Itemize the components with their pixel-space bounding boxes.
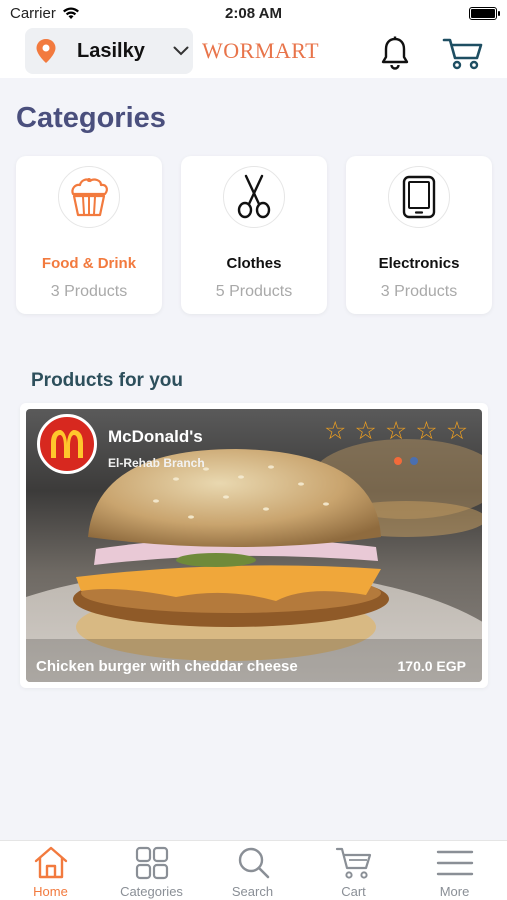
category-name: Electronics: [378, 255, 460, 272]
category-name: Food & Drink: [41, 255, 137, 272]
scissors-icon: [237, 174, 271, 219]
category-card-clothes[interactable]: Clothes 5 Products: [181, 156, 327, 314]
tab-more[interactable]: More: [404, 841, 505, 900]
tab-search[interactable]: Search: [202, 841, 303, 900]
store-logo: [37, 414, 97, 474]
product-price: 170.0 EGP: [397, 658, 467, 674]
grid-icon: [135, 846, 169, 880]
category-count: 3 Products: [380, 283, 458, 300]
chevron-down-icon: [173, 46, 189, 56]
carousel-dot: [394, 457, 402, 465]
product-card[interactable]: McDonald's El-Rehab Branch ☆ ☆ ☆ ☆ ☆ Chi…: [20, 403, 488, 688]
category-card-food-drink[interactable]: Food & Drink 3 Products: [16, 156, 162, 314]
carousel-dots: [394, 457, 418, 465]
brand-logo: WORMART: [202, 38, 320, 63]
carousel-dot: [410, 457, 418, 465]
star-empty-icon: ☆: [445, 417, 469, 445]
mcdonalds-logo-icon: [51, 430, 83, 458]
category-icon-circle: [388, 166, 450, 228]
rating-stars: ☆ ☆ ☆ ☆ ☆: [324, 419, 468, 444]
tab-label: Search: [231, 884, 274, 899]
product-image: McDonald's El-Rehab Branch ☆ ☆ ☆ ☆ ☆ Chi…: [26, 409, 482, 682]
tab-categories[interactable]: Categories: [101, 841, 202, 900]
search-icon: [238, 847, 270, 879]
bottom-tab-bar: Home Categories Search Cart More: [0, 840, 507, 900]
category-name: Clothes: [226, 255, 282, 272]
location-selector[interactable]: Lasilky: [25, 28, 193, 74]
bell-icon[interactable]: [380, 36, 410, 70]
category-card-electronics[interactable]: Electronics 3 Products: [346, 156, 492, 314]
tablet-icon: [402, 175, 436, 219]
star-empty-icon: ☆: [354, 417, 377, 445]
star-empty-icon: ☆: [415, 417, 438, 445]
tab-label: More: [439, 884, 470, 899]
tab-label: Cart: [341, 884, 366, 899]
location-pin-icon: [36, 39, 56, 63]
category-count: 3 Products: [50, 283, 128, 300]
cart-icon[interactable]: [442, 36, 484, 70]
store-branch: El-Rehab Branch: [108, 456, 205, 470]
category-icon-circle: [58, 166, 120, 228]
store-name: McDonald's: [108, 427, 203, 446]
star-empty-icon: ☆: [324, 417, 347, 445]
menu-icon: [436, 850, 474, 876]
product-name: Chicken burger with cheddar cheese: [36, 658, 298, 675]
location-name: Lasilky: [77, 39, 145, 62]
status-time: 2:08 AM: [225, 5, 282, 22]
battery-icon: [469, 7, 500, 20]
tab-label: Home: [33, 884, 68, 899]
tab-cart[interactable]: Cart: [303, 841, 404, 900]
star-empty-icon: ☆: [384, 417, 408, 445]
home-icon: [34, 846, 68, 879]
products-title: Products for you: [31, 370, 184, 391]
tab-label: Categories: [120, 884, 183, 899]
top-bar: Lasilky WORMART: [0, 28, 507, 78]
categories-title: Categories: [16, 102, 166, 134]
status-bar: Carrier 2:08 AM: [0, 0, 507, 28]
category-count: 5 Products: [215, 283, 293, 300]
category-icon-circle: [223, 166, 285, 228]
tab-home[interactable]: Home: [0, 841, 101, 900]
cupcake-icon: [71, 178, 108, 217]
cart-icon: [335, 847, 372, 879]
